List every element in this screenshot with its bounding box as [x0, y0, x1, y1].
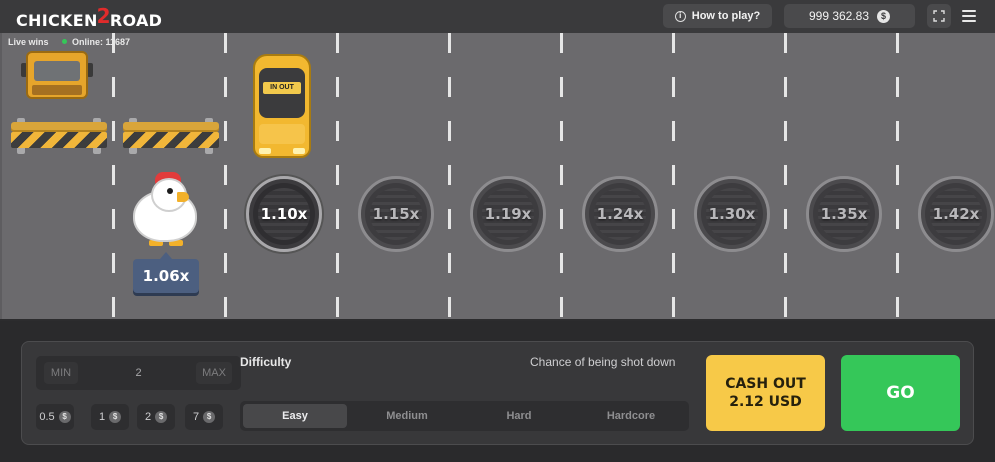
difficulty-selector: Easy Medium Hard Hardcore: [240, 401, 689, 431]
menu-bar: [962, 15, 976, 17]
menu-bar: [962, 20, 976, 22]
balance-display: 999 362.83 $: [784, 4, 915, 28]
top-bar: CHICKEN2ROAD i How to play? 999 362.83 $: [0, 0, 995, 33]
fullscreen-button[interactable]: [927, 4, 951, 28]
online-count: Online: 11687: [62, 37, 130, 47]
lane-multiplier-5[interactable]: 1.30x: [694, 176, 770, 252]
difficulty-medium[interactable]: Medium: [355, 404, 459, 428]
dollar-coin-icon: $: [58, 411, 71, 423]
road-barrier: [11, 118, 107, 156]
how-to-play-label: How to play?: [691, 10, 761, 22]
multiplier-label: 1.19x: [484, 205, 532, 223]
menu-bar: [962, 10, 976, 12]
multiplier-label: 1.24x: [596, 205, 644, 223]
quick-bet-label: 1: [98, 411, 106, 423]
current-multiplier-badge: 1.06x: [133, 252, 199, 293]
road-edge: [0, 319, 995, 321]
cash-out-amount: 2.12 USD: [729, 394, 802, 410]
lane-multiplier-2[interactable]: 1.15x: [358, 176, 434, 252]
info-icon: i: [674, 10, 686, 22]
road-barrier: [123, 118, 219, 156]
how-to-play-button[interactable]: i How to play?: [663, 4, 772, 28]
car-vehicle: IN OUT: [253, 54, 315, 160]
truck-windshield: [34, 61, 80, 81]
multiplier-label: 1.10x: [260, 205, 308, 223]
logo-text-left: CHICKEN: [16, 11, 98, 30]
quick-bet-button[interactable]: 7 $: [185, 404, 223, 430]
barrier-stripes: [123, 132, 219, 148]
car-headlight: [293, 148, 305, 154]
difficulty-hardcore[interactable]: Hardcore: [579, 404, 683, 428]
lane-divider: [896, 33, 899, 321]
car-roof-sign: IN OUT: [263, 82, 301, 94]
chicken-eye: [167, 188, 173, 194]
quick-bet-button[interactable]: 1 $: [91, 404, 129, 430]
difficulty-hard[interactable]: Hard: [467, 404, 571, 428]
dollar-coin-icon: $: [155, 411, 168, 423]
dollar-coin-icon: $: [877, 9, 891, 23]
sidewalk: [0, 33, 2, 321]
lane-multiplier-3[interactable]: 1.19x: [470, 176, 546, 252]
lane-divider: [672, 33, 675, 321]
truck-grill: [32, 85, 82, 95]
go-button[interactable]: GO: [841, 355, 960, 431]
lane-divider: [448, 33, 451, 321]
game-logo: CHICKEN2ROAD: [16, 4, 163, 31]
multiplier-label: 1.15x: [372, 205, 420, 223]
live-wins-label: Live wins: [8, 37, 49, 47]
quick-bet-button[interactable]: 2 $: [137, 404, 175, 430]
lane-multiplier-4[interactable]: 1.24x: [582, 176, 658, 252]
balance-value: 999 362.83: [808, 9, 870, 23]
quick-bet-label: 0.5: [39, 411, 55, 423]
chicken-beak: [177, 192, 189, 202]
bet-min-button[interactable]: MIN: [44, 362, 78, 384]
online-count-label: Online: 11687: [72, 37, 131, 47]
chance-label: Chance of being shot down: [530, 355, 676, 369]
lane-multiplier-7[interactable]: 1.42x: [918, 176, 994, 252]
lane-divider: [336, 33, 339, 321]
lane-multiplier-6[interactable]: 1.35x: [806, 176, 882, 252]
lane-multiplier-1[interactable]: 1.10x: [246, 176, 322, 252]
bet-max-button[interactable]: MAX: [196, 362, 232, 384]
car-headlight: [259, 148, 271, 154]
online-dot-icon: [62, 39, 67, 44]
menu-button[interactable]: [960, 8, 978, 24]
lane-divider: [784, 33, 787, 321]
car-hood: [259, 124, 305, 144]
barrier-top: [11, 122, 107, 132]
logo-text-mid: 2: [96, 4, 111, 28]
fullscreen-icon: [933, 10, 945, 22]
barrier-top: [123, 122, 219, 132]
multiplier-label: 1.30x: [708, 205, 756, 223]
bet-amount-input[interactable]: 2: [116, 362, 161, 384]
cash-out-label: CASH OUT: [725, 376, 806, 392]
quick-bet-label: 2: [144, 411, 152, 423]
logo-text-right: ROAD: [109, 11, 163, 30]
lane-divider: [560, 33, 563, 321]
difficulty-label: Difficulty: [240, 355, 292, 369]
barrier-stripes: [11, 132, 107, 148]
quick-bet-button[interactable]: 0.5 $: [36, 404, 74, 430]
dollar-coin-icon: $: [203, 411, 216, 423]
difficulty-easy[interactable]: Easy: [243, 404, 347, 428]
chicken-player: [127, 172, 203, 248]
bet-amount-control: MIN 2 MAX: [36, 356, 241, 390]
lane-divider: [112, 33, 115, 321]
control-panel: MIN 2 MAX 0.5 $ 1 $ 2 $ 7 $ Difficulty Chanc…: [21, 341, 974, 445]
lane-divider: [224, 33, 227, 321]
multiplier-label: 1.42x: [932, 205, 980, 223]
dollar-coin-icon: $: [109, 411, 122, 423]
truck-vehicle: [21, 51, 93, 103]
cash-out-button[interactable]: CASH OUT 2.12 USD: [706, 355, 825, 431]
quick-bet-label: 7: [192, 411, 200, 423]
multiplier-label: 1.35x: [820, 205, 868, 223]
